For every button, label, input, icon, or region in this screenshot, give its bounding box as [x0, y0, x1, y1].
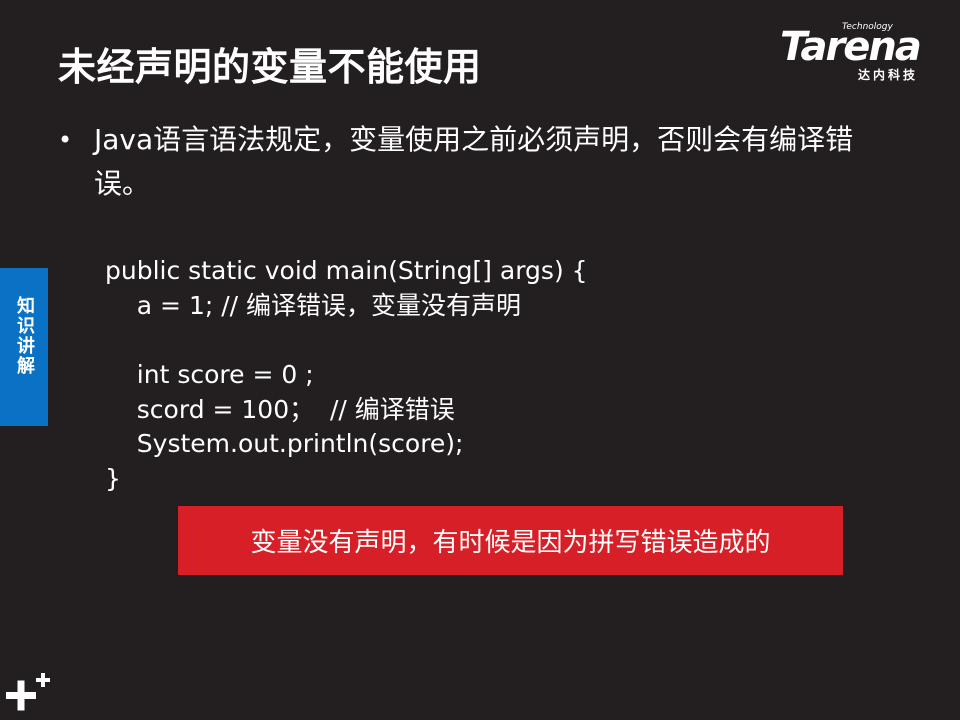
code-line: }	[105, 464, 121, 494]
bullet-text: Java语言语法规定，变量使用之前必须声明，否则会有编译错误。	[94, 123, 854, 200]
plus-icon	[6, 673, 50, 711]
callout-box: 变量没有声明，有时候是因为拼写错误造成的	[178, 506, 843, 575]
logo-wordmark: Tarena	[780, 24, 922, 70]
bullet-dot-icon: •	[58, 126, 73, 154]
side-tab: 知识讲解	[0, 268, 48, 426]
tarena-logo: Technology Tarena 达内科技	[780, 22, 950, 84]
code-line: int score = 0 ;	[105, 360, 314, 390]
logo-chinese-name: 达内科技	[858, 68, 919, 82]
slide-title: 未经声明的变量不能使用	[58, 45, 482, 89]
side-tab-label: 知识讲解	[14, 296, 35, 376]
code-block: public static void main(String[] args) {…	[105, 254, 588, 497]
bullet-point: • Java语言语法规定，变量使用之前必须声明，否则会有编译错误。	[58, 118, 888, 206]
code-line: a = 1; // 编译错误，变量没有声明	[105, 290, 522, 320]
code-line: System.out.println(score);	[105, 429, 464, 459]
callout-text: 变量没有声明，有时候是因为拼写错误造成的	[250, 528, 771, 558]
code-line: public static void main(String[] args) {	[105, 256, 588, 285]
code-line: scord = 100； // 编译错误	[105, 394, 455, 424]
